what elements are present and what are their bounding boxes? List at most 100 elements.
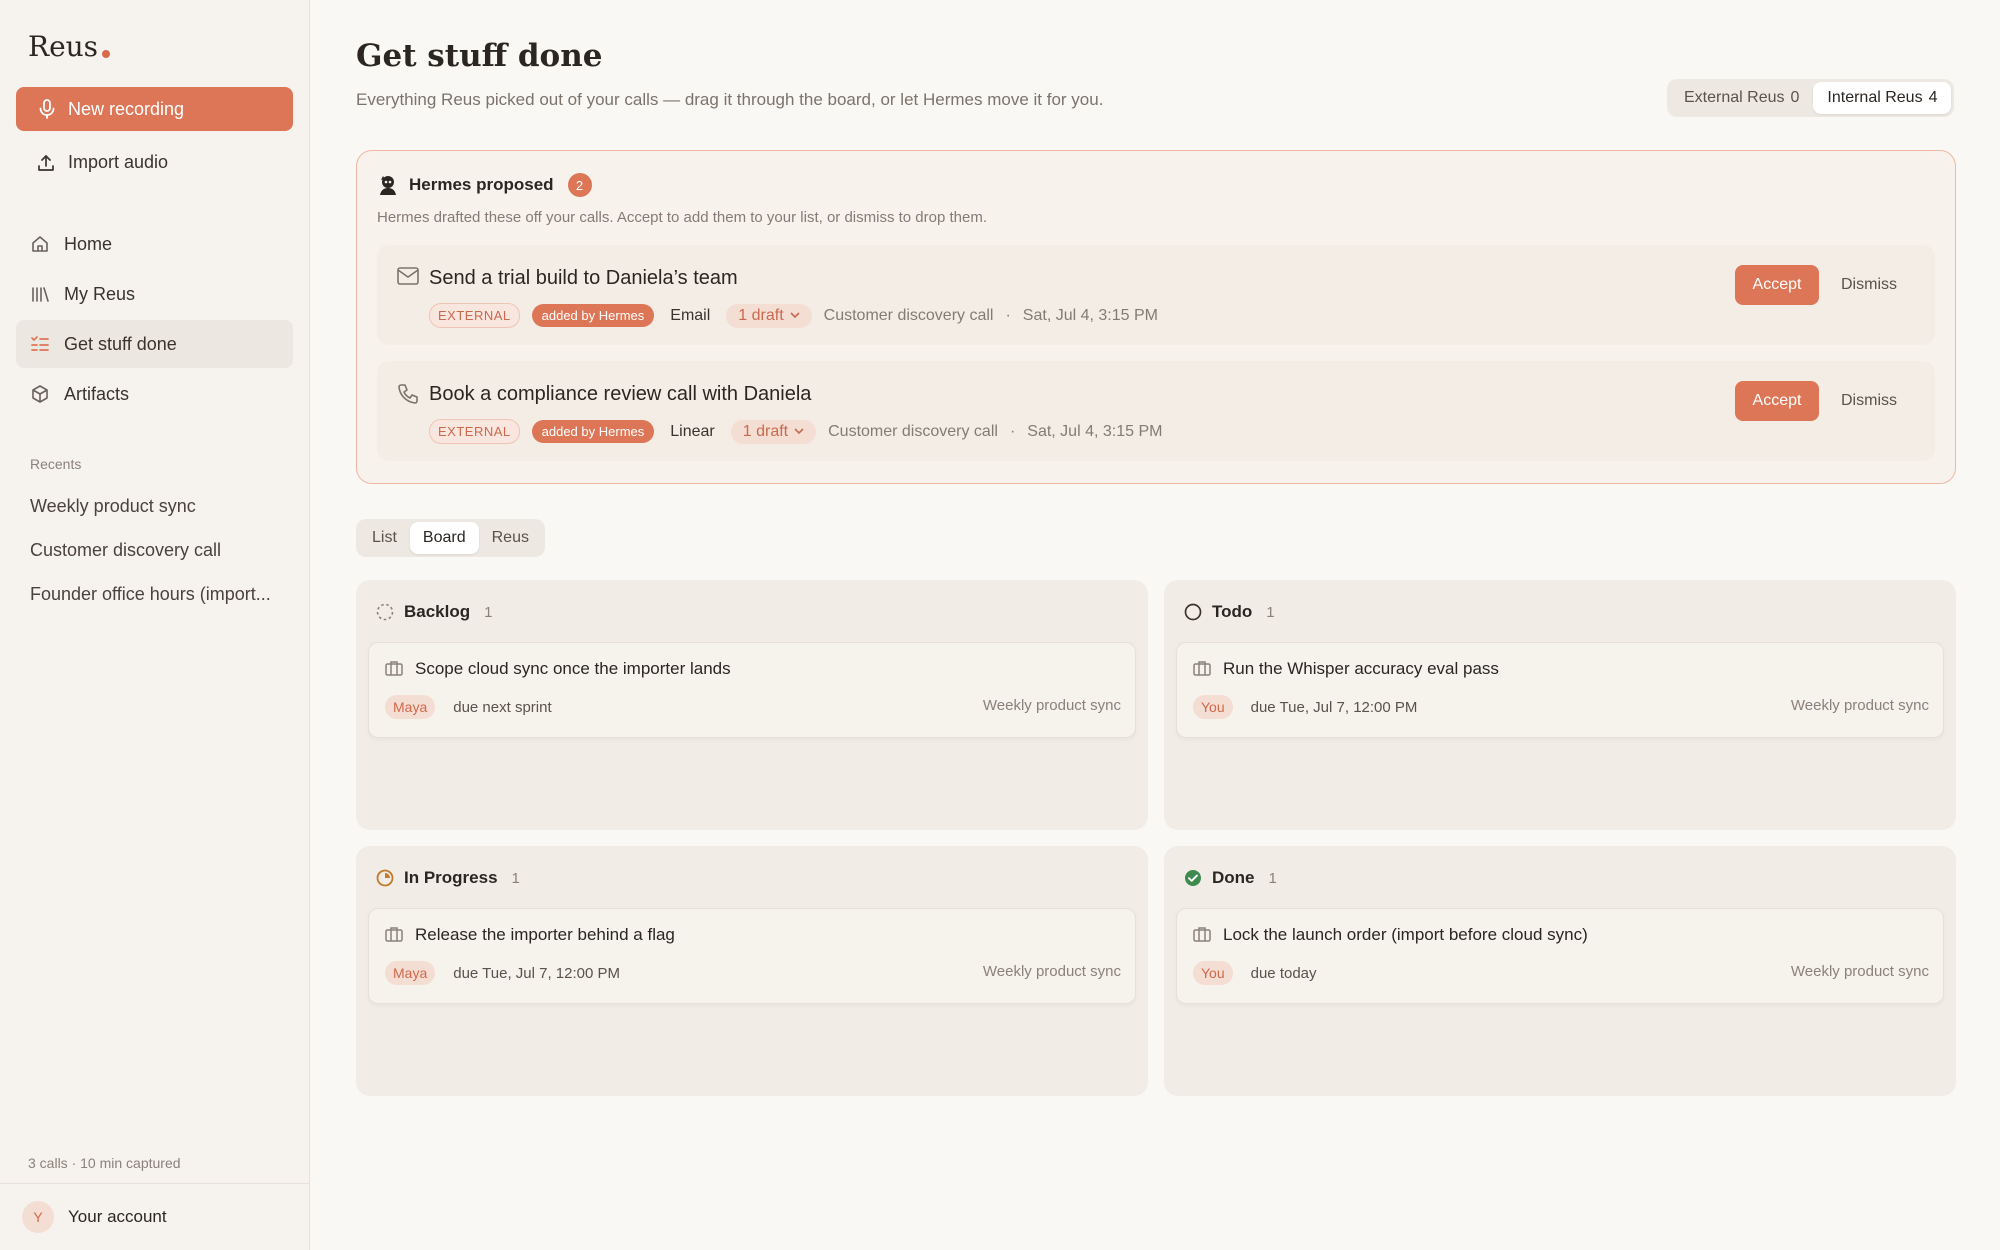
tab-reus[interactable]: Reus [479, 522, 542, 554]
column-count: 1 [1266, 603, 1275, 621]
page-title: Get stuff done [356, 38, 603, 74]
recents-list: Weekly product sync Customer discovery c… [30, 484, 280, 616]
channel-label: Linear [670, 422, 715, 440]
done-check-icon [1185, 870, 1201, 886]
proposed-item-title: Send a trial build to Daniela’s team [429, 267, 738, 289]
sidebar-item-label: My Reus [64, 283, 136, 304]
task-card[interactable]: Run the Whisper accuracy eval pass You d… [1176, 642, 1944, 738]
upload-icon [38, 154, 54, 171]
hermes-proposed-description: Hermes drafted these off your calls. Acc… [377, 209, 987, 226]
new-recording-label: New recording [68, 98, 185, 119]
dismiss-button[interactable]: Dismiss [1841, 265, 1897, 305]
task-card[interactable]: Release the importer behind a flag Maya … [368, 908, 1136, 1004]
channel-label: Email [670, 306, 711, 324]
briefcase-icon [1193, 661, 1211, 676]
board-column-todo: Todo 1 Run the Whisper accuracy eval pas… [1164, 580, 1956, 830]
view-tabs: List Board Reus [356, 519, 545, 557]
scope-label: External Reus [1684, 89, 1785, 106]
task-source: Weekly product sync [1790, 697, 1929, 714]
tab-list[interactable]: List [359, 522, 410, 554]
source-call: Customer discovery call [823, 306, 994, 324]
proposed-item-meta: EXTERNAL added by Hermes Email 1 draft C… [429, 303, 1158, 328]
sidebar-item-home[interactable]: Home [16, 220, 293, 268]
chevron-down-icon [794, 428, 804, 435]
scope-label: Internal Reus [1827, 89, 1923, 106]
draft-count: 1 draft [742, 422, 789, 440]
scope-count: 4 [1928, 89, 1938, 106]
recent-item[interactable]: Founder office hours (import... [30, 572, 280, 616]
scope-toggle: External Reus 0 Internal Reus 4 [1667, 79, 1955, 117]
task-card[interactable]: Scope cloud sync once the importer lands… [368, 642, 1136, 738]
accept-button[interactable]: Accept [1735, 381, 1819, 421]
hermes-proposed-title: Hermes proposed [409, 175, 554, 194]
chevron-down-icon [790, 312, 800, 319]
calls-summary: 3 calls · 10 min captured [28, 1155, 181, 1171]
brand-name: Reus [28, 30, 99, 63]
separator-dot: · [1005, 306, 1011, 324]
new-recording-button[interactable]: New recording [16, 87, 293, 131]
tab-board[interactable]: Board [409, 522, 479, 554]
accept-button[interactable]: Accept [1735, 265, 1819, 305]
hermes-proposed-panel: Hermes proposed 2 Hermes drafted these o… [356, 150, 1956, 484]
due-date: due Tue, Jul 7, 12:00 PM [453, 964, 621, 982]
board-column-in-progress: In Progress 1 Release the importer behin… [356, 846, 1148, 1096]
column-count: 1 [1268, 869, 1277, 887]
sidebar-item-label: Get stuff done [64, 333, 177, 354]
external-tag: EXTERNAL [429, 419, 520, 444]
proposed-item[interactable]: Send a trial build to Daniela’s team EXT… [377, 245, 1935, 345]
task-source: Weekly product sync [982, 963, 1121, 980]
task-source: Weekly product sync [1790, 963, 1929, 980]
column-header: Backlog 1 [376, 602, 492, 622]
proposed-item-meta: EXTERNAL added by Hermes Linear 1 draft … [429, 419, 1162, 444]
column-header: In Progress 1 [376, 868, 520, 888]
proposed-item[interactable]: Book a compliance review call with Danie… [377, 361, 1935, 461]
owner-badge: You [1193, 961, 1233, 985]
briefcase-icon [385, 661, 403, 676]
added-by-hermes-tag: added by Hermes [531, 304, 655, 327]
account-label: Your account [68, 1207, 167, 1226]
dismiss-button[interactable]: Dismiss [1841, 381, 1897, 421]
proposed-count-badge: 2 [567, 173, 592, 197]
task-meta: You due today [1193, 961, 1317, 985]
board-column-backlog: Backlog 1 Scope cloud sync once the impo… [356, 580, 1148, 830]
timestamp: Sat, Jul 4, 3:15 PM [1027, 422, 1163, 440]
separator-dot: · [1009, 422, 1016, 440]
column-count: 1 [511, 869, 520, 887]
owner-badge: You [1193, 695, 1233, 719]
task-meta: Maya due next sprint [385, 695, 552, 719]
recent-item[interactable]: Customer discovery call [30, 528, 280, 572]
draft-dropdown[interactable]: 1 draft [730, 419, 817, 444]
recents-heading: Recents [30, 456, 82, 472]
sidebar-item-my-reus[interactable]: My Reus [16, 270, 293, 318]
source-call: Customer discovery call [828, 422, 998, 440]
checklist-icon [31, 336, 49, 351]
home-icon [32, 236, 48, 252]
account-button[interactable]: Y Your account [0, 1183, 310, 1250]
microphone-icon [39, 99, 55, 119]
scope-internal-reus[interactable]: Internal Reus 4 [1813, 82, 1952, 114]
scope-external-reus[interactable]: External Reus 0 [1670, 82, 1813, 114]
due-date: due today [1250, 964, 1317, 982]
due-date: due Tue, Jul 7, 12:00 PM [1250, 698, 1418, 716]
sidebar-item-get-stuff-done[interactable]: Get stuff done [16, 320, 293, 368]
task-title: Scope cloud sync once the importer lands [415, 659, 731, 678]
task-title: Lock the launch order (import before clo… [1223, 925, 1588, 944]
task-card[interactable]: Lock the launch order (import before clo… [1176, 908, 1944, 1004]
column-title: Done [1212, 868, 1255, 887]
box-icon [32, 385, 48, 403]
proposed-item-title: Book a compliance review call with Danie… [429, 383, 812, 405]
sidebar: Reus New recording Import audio Home My … [0, 0, 310, 1250]
recent-item[interactable]: Weekly product sync [30, 484, 280, 528]
column-title: Todo [1212, 602, 1253, 621]
column-count: 1 [484, 603, 493, 621]
brand-logo[interactable]: Reus [28, 30, 111, 63]
due-date: due next sprint [453, 698, 552, 716]
sidebar-item-artifacts[interactable]: Artifacts [16, 370, 293, 418]
draft-dropdown[interactable]: 1 draft [726, 303, 812, 328]
import-audio-button[interactable]: Import audio [36, 152, 168, 173]
added-by-hermes-tag: added by Hermes [531, 420, 655, 443]
hermes-proposed-header: Hermes proposed 2 [377, 173, 592, 197]
task-meta: You due Tue, Jul 7, 12:00 PM [1193, 695, 1417, 719]
sidebar-nav: Home My Reus Get stuff done Artifacts [16, 220, 293, 420]
briefcase-icon [1193, 927, 1211, 942]
